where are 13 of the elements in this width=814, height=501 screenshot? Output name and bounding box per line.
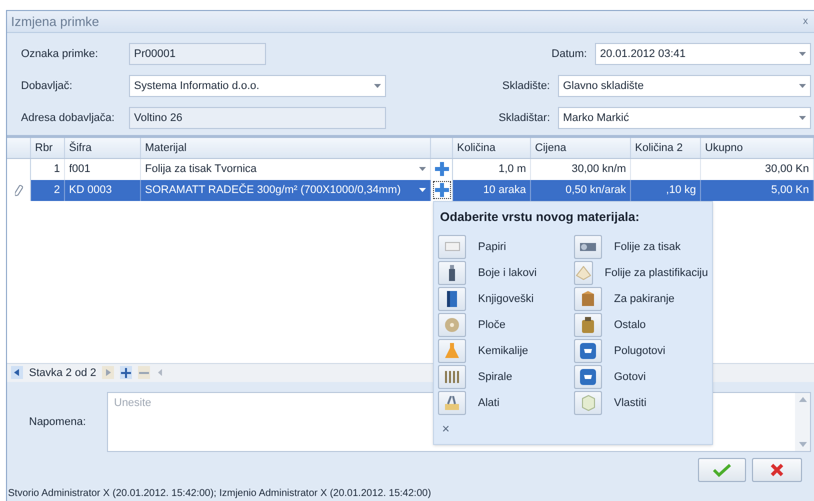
field-label: Datum: bbox=[552, 47, 587, 62]
status-text: Stvorio Administrator X (20.01.2012. 15:42:00); Izmjenio Administrator X (20.01.2012. 15:42:00) bbox=[7, 486, 432, 501]
field-label: Oznaka primke: bbox=[21, 47, 100, 62]
popup-title: Odaberite vrstu novog materijala: bbox=[439, 209, 640, 226]
table-cell: KD 0003 bbox=[65, 180, 141, 201]
field-label: Skladište: bbox=[502, 79, 550, 94]
table-cell: 2 bbox=[31, 180, 65, 201]
window-title: Izmjena primke bbox=[11, 12, 100, 31]
field-label: Dobavljač: bbox=[21, 79, 74, 94]
field-label: Adresa dobavljača: bbox=[21, 111, 116, 126]
record-counter: Stavka 2 od 2 bbox=[29, 366, 96, 381]
field-label: Skladištar: bbox=[498, 111, 550, 126]
field-label: Napomena: bbox=[29, 414, 87, 430]
